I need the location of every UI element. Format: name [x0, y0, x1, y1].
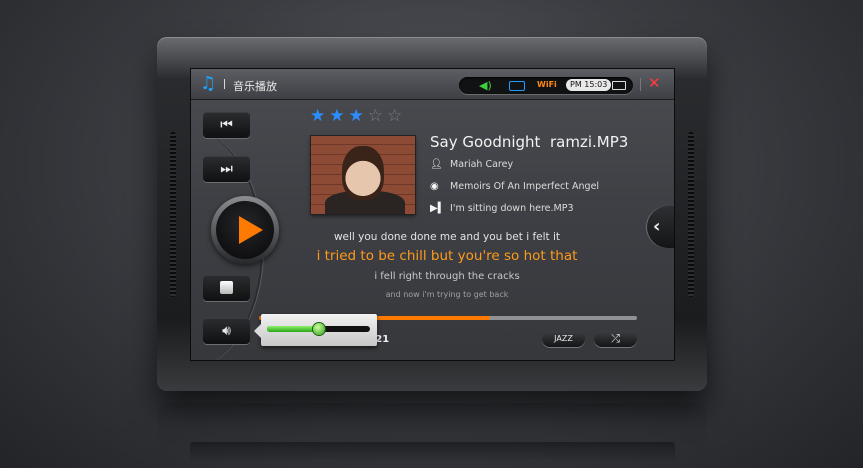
- left-speaker-grille: [170, 132, 176, 297]
- volume-fill: [267, 326, 319, 332]
- artist-name: Mariah Carey: [450, 159, 514, 170]
- star-empty-icon[interactable]: ☆: [387, 106, 402, 126]
- app-title: 音乐播放: [233, 80, 277, 93]
- lyric-current: i tried to be chill but you're so hot th…: [316, 248, 578, 264]
- playlist-drawer-tab[interactable]: ‹: [647, 206, 674, 248]
- volume-button[interactable]: 🔊︎: [203, 318, 250, 344]
- album-row: ◉ Memoirs Of An Imperfect Angel: [430, 181, 599, 192]
- lyric-previous: well you done done me and you bet i felt…: [333, 231, 561, 243]
- play-button[interactable]: [216, 201, 274, 259]
- star-filled-icon[interactable]: ★: [310, 106, 325, 126]
- status-bar: ◀) WiFi PM 15:03: [459, 77, 633, 94]
- next-track-row[interactable]: ▶▍ I'm sitting down here.MP3: [430, 203, 574, 214]
- stop-icon: [220, 281, 233, 294]
- wifi-indicator[interactable]: WiFi: [537, 80, 557, 89]
- star-filled-icon[interactable]: ★: [329, 106, 344, 126]
- close-icon[interactable]: ✕: [648, 74, 661, 92]
- song-title: Say Goodnight ramzi.MP3: [430, 133, 629, 151]
- rating-stars[interactable]: ★ ★ ★ ☆ ☆: [310, 106, 406, 126]
- star-filled-icon[interactable]: ★: [349, 106, 364, 126]
- right-speaker-grille: [688, 132, 694, 297]
- lyric-next: i fell right through the cracks: [374, 271, 520, 282]
- title-divider: [224, 79, 225, 89]
- title-bar: ♫ 音乐播放 ◀) WiFi PM 15:03 ✕: [191, 69, 674, 100]
- play-icon: [239, 216, 263, 244]
- next-track-button[interactable]: ⏭: [203, 156, 250, 182]
- star-empty-icon[interactable]: ☆: [368, 106, 383, 126]
- music-note-icon: ♫: [200, 73, 217, 94]
- lyric-after: and now i'm trying to get back: [385, 290, 509, 299]
- equalizer-button[interactable]: JAZZ: [542, 331, 585, 347]
- album-art: [311, 136, 415, 214]
- disc-icon: ◉: [430, 181, 439, 192]
- speaker-icon[interactable]: ◀): [479, 79, 492, 92]
- shuffle-button[interactable]: ⤮: [594, 331, 637, 347]
- artist-row: 👤︎ Mariah Carey: [430, 159, 513, 170]
- volume-icon: 🔊︎: [222, 323, 231, 339]
- battery-icon: [612, 81, 626, 90]
- album-art-face: [342, 146, 384, 200]
- skip-previous-icon: ⏮: [220, 117, 233, 133]
- chevron-left-icon: ‹: [653, 216, 661, 237]
- shuffle-icon: ⤮: [611, 332, 620, 345]
- volume-knob[interactable]: [312, 323, 325, 335]
- volume-slider[interactable]: [267, 323, 370, 335]
- play-next-icon: ▶▍: [430, 203, 446, 214]
- next-track-name: I'm sitting down here.MP3: [450, 203, 574, 214]
- stop-button[interactable]: [203, 275, 250, 301]
- skip-next-icon: ⏭: [220, 161, 233, 177]
- previous-track-button[interactable]: ⏮: [203, 112, 250, 138]
- person-icon: 👤︎: [430, 159, 443, 170]
- close-divider: [640, 78, 641, 91]
- player-screen: ♫ 音乐播放 ◀) WiFi PM 15:03 ✕ ⏮ ⏭ 🔊︎ ★ ★ ★ ☆ ☆ S…: [190, 68, 675, 361]
- clock: PM 15:03: [566, 79, 612, 91]
- volume-popup: [254, 314, 377, 346]
- reflection-bar: [190, 442, 675, 462]
- keyboard-icon[interactable]: [509, 81, 525, 91]
- album-name: Memoirs Of An Imperfect Angel: [450, 181, 600, 192]
